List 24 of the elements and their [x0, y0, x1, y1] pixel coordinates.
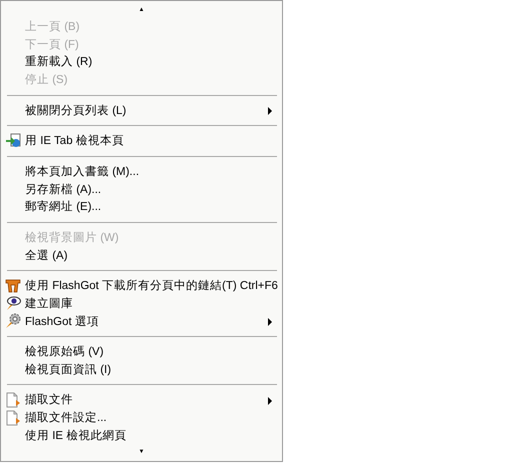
- submenu-arrow-icon: [268, 318, 272, 326]
- submenu-arrow-icon: [268, 397, 272, 406]
- gear-icon: [5, 313, 21, 330]
- menu-item[interactable]: 另存新檔 (A)...: [3, 180, 280, 198]
- page-arrow-icon: [5, 410, 21, 426]
- menu-item[interactable]: 檢視原始碼 (V): [3, 342, 280, 361]
- menu-item[interactable]: 被關閉分頁列表 (L): [3, 101, 280, 120]
- menu-item[interactable]: 用 IE Tab 檢視本頁: [3, 132, 280, 150]
- menu-item[interactable]: 檢視頁面資訊 (I): [3, 360, 280, 378]
- submenu-arrow-icon: [268, 107, 272, 116]
- menu-item[interactable]: 全選 (A): [3, 246, 280, 264]
- menu-item[interactable]: 擷取文件: [3, 391, 280, 409]
- menu-item[interactable]: 郵寄網址 (E)...: [3, 198, 280, 216]
- menu-item[interactable]: 擷取文件設定...: [3, 408, 280, 426]
- towers-icon: [5, 278, 21, 294]
- menu-item[interactable]: 建立圖庫: [3, 294, 280, 312]
- ie-page-icon: [5, 132, 21, 149]
- menu-item[interactable]: 將本頁加入書籤 (M)...: [3, 162, 280, 180]
- menu-item[interactable]: 使用 IE 檢視此網頁: [3, 426, 280, 444]
- eye-icon: [5, 295, 21, 312]
- page-arrow-icon: [5, 392, 21, 408]
- menu-item[interactable]: 使用 FlashGot 下載所有分頁中的鏈結(T) Ctrl+F6: [3, 276, 280, 295]
- menu-item[interactable]: FlashGot 選項: [3, 312, 280, 330]
- menu-item[interactable]: 重新載入 (R): [3, 53, 280, 71]
